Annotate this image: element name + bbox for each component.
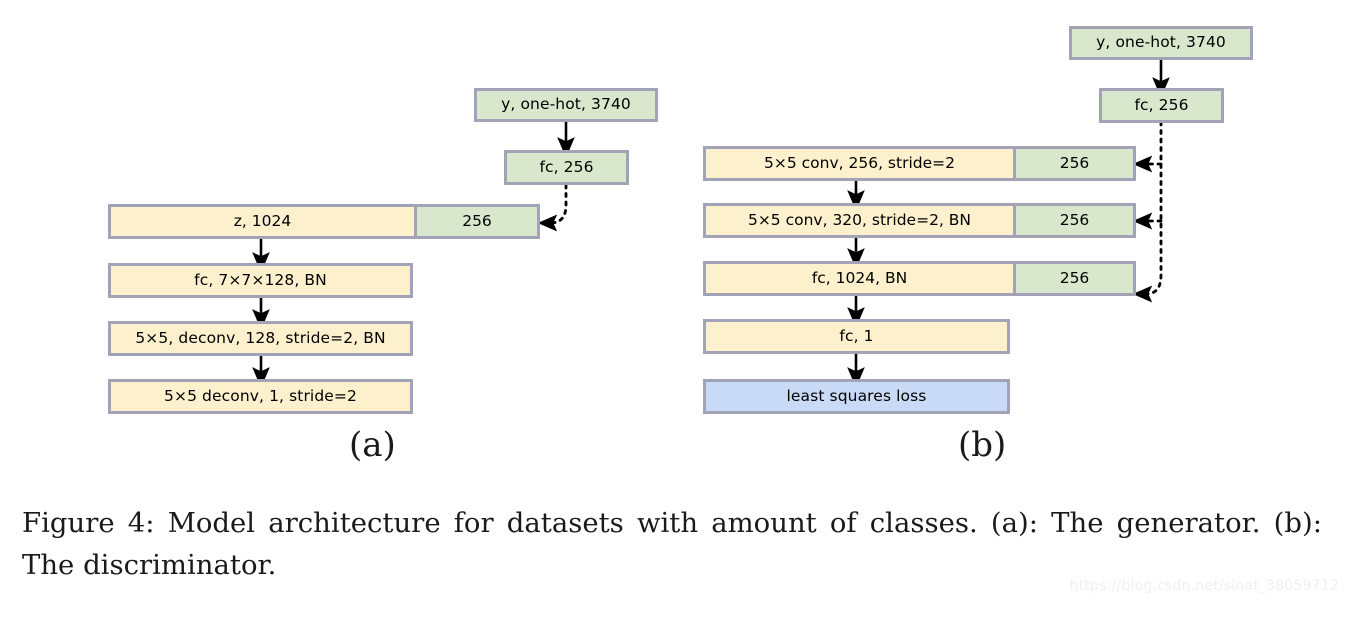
node-b-fc1024-pair[interactable]: fc, 1024, BN 256 [703, 261, 1136, 296]
node-a-label-input[interactable]: y, one-hot, 3740 [474, 88, 658, 122]
node-a-deconv1[interactable]: 5×5, deconv, 128, stride=2, BN [108, 321, 413, 356]
node-a-deconv2-text: 5×5 deconv, 1, stride=2 [164, 386, 357, 405]
node-a-deconv2[interactable]: 5×5 deconv, 1, stride=2 [108, 379, 413, 414]
node-a-label-input-text: y, one-hot, 3740 [501, 95, 631, 114]
node-b-conv1-pair[interactable]: 5×5 conv, 256, stride=2 256 [703, 146, 1136, 181]
node-b-conv2-side-text: 256 [1059, 210, 1090, 229]
node-a-z-side[interactable]: 256 [414, 207, 537, 236]
node-b-fc1024-side[interactable]: 256 [1013, 264, 1133, 293]
node-b-fc1024-main-text: fc, 1024, BN [811, 268, 908, 287]
node-a-fc-proj-text: fc, 7×7×128, BN [194, 270, 327, 289]
node-b-label-input-text: y, one-hot, 3740 [1096, 33, 1226, 52]
node-a-z-pair[interactable]: z, 1024 256 [108, 204, 540, 239]
node-b-fc1[interactable]: fc, 1 [703, 319, 1010, 354]
node-b-conv1-main[interactable]: 5×5 conv, 256, stride=2 [706, 149, 1013, 178]
node-b-conv1-main-text: 5×5 conv, 256, stride=2 [764, 153, 955, 172]
node-a-label-fc[interactable]: fc, 256 [504, 150, 629, 185]
node-b-fc1-text: fc, 1 [839, 326, 874, 345]
node-b-loss-text: least squares loss [786, 386, 927, 405]
node-b-conv2-pair[interactable]: 5×5 conv, 320, stride=2, BN 256 [703, 203, 1136, 238]
node-b-label-fc[interactable]: fc, 256 [1099, 88, 1224, 123]
panel-label-b: (b) [958, 425, 1007, 465]
node-b-label-input[interactable]: y, one-hot, 3740 [1069, 26, 1253, 60]
node-b-conv2-main-text: 5×5 conv, 320, stride=2, BN [747, 210, 972, 229]
panel-label-a: (a) [349, 425, 396, 465]
node-b-conv2-main[interactable]: 5×5 conv, 320, stride=2, BN [706, 206, 1013, 235]
node-a-deconv1-text: 5×5, deconv, 128, stride=2, BN [135, 328, 386, 347]
node-b-fc1024-side-text: 256 [1059, 268, 1090, 287]
node-a-z-main[interactable]: z, 1024 [111, 207, 414, 236]
node-a-label-fc-text: fc, 256 [539, 157, 594, 176]
figure-caption: Figure 4: Model architecture for dataset… [22, 507, 1322, 581]
watermark-text: https://blog.csdn.net/sinat_38059712 [1069, 578, 1339, 594]
node-b-fc1024-main[interactable]: fc, 1024, BN [706, 264, 1013, 293]
node-b-conv2-side[interactable]: 256 [1013, 206, 1133, 235]
node-b-conv1-side-text: 256 [1059, 153, 1090, 172]
figure-container: y, one-hot, 3740 fc, 256 z, 1024 256 fc,… [0, 0, 1345, 618]
node-a-z-side-text: 256 [462, 211, 492, 230]
node-b-label-fc-text: fc, 256 [1134, 95, 1189, 114]
node-a-fc-proj[interactable]: fc, 7×7×128, BN [108, 263, 413, 298]
node-a-z-main-text: z, 1024 [233, 211, 292, 230]
node-b-loss[interactable]: least squares loss [703, 379, 1010, 414]
node-b-conv1-side[interactable]: 256 [1013, 149, 1133, 178]
